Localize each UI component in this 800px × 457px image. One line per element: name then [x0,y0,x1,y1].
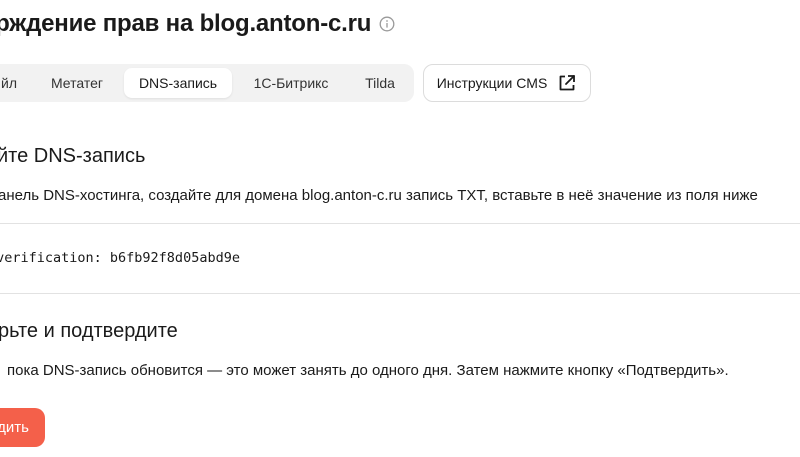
tab-label: 1С-Битрикс [253,75,329,91]
verification-value[interactable]: -verification: b6fb92f8d05abd9e [0,250,240,266]
tab-1c-bitrix[interactable]: 1С-Битрикс [232,68,350,98]
confirm-button-label: дить [0,419,29,436]
tab-label: Tilda [365,75,395,91]
method-tabs: йл Метатег DNS-запись 1С-Битрикс Tilda [0,64,414,102]
tab-tilda[interactable]: Tilda [350,68,410,98]
step2-text: пока DNS-запись обновится — это может за… [7,362,729,379]
divider [0,223,800,224]
title-row: ерждение прав на blog.anton-c.ru [0,10,395,38]
step1-text: анель DNS-хостинга, создайте для домена … [0,187,758,204]
external-link-icon [557,73,577,93]
tab-metatag[interactable]: Метатег [30,68,124,98]
page: ерждение прав на blog.anton-c.ru йл Мета… [0,0,800,457]
step2-title: рьте и подтвердите [0,320,178,342]
tab-label: йл [1,75,17,91]
info-icon[interactable] [379,16,395,32]
divider [0,293,800,294]
tab-label: DNS-запись [138,75,218,91]
tab-label: Метатег [50,75,104,91]
step1-title: йте DNS-запись [0,145,146,167]
tab-dns-record[interactable]: DNS-запись [124,68,232,98]
confirm-button[interactable]: дить [0,408,45,447]
cms-button-label: Инструкции CMS [436,75,548,91]
cms-instructions-button[interactable]: Инструкции CMS [423,64,591,102]
page-title: ерждение прав на blog.anton-c.ru [0,10,372,37]
tab-file[interactable]: йл [0,68,30,98]
